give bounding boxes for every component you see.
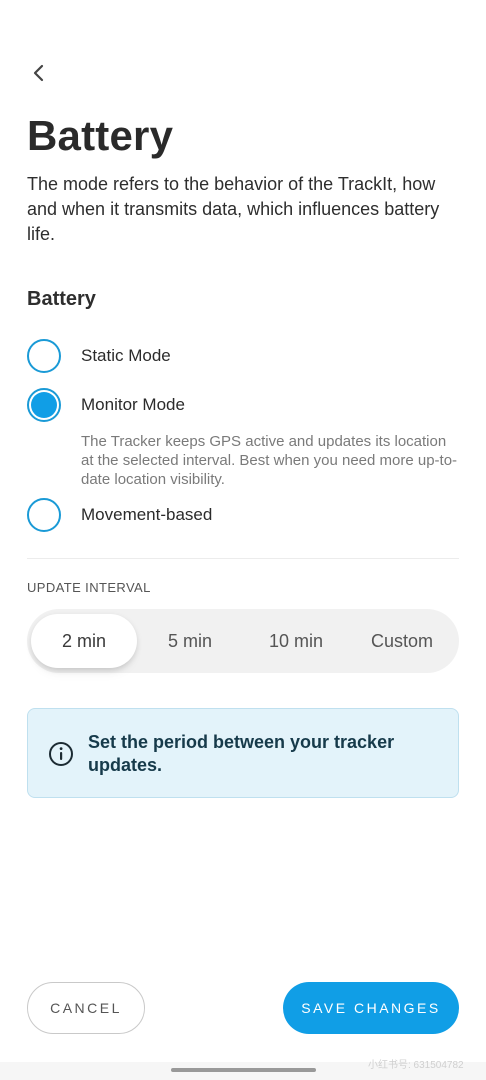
radio-option-monitor-mode[interactable]: Monitor Mode bbox=[27, 388, 185, 422]
interval-option-custom[interactable]: Custom bbox=[349, 614, 455, 668]
page-title: Battery bbox=[27, 112, 174, 159]
interval-option-2-min[interactable]: 2 min bbox=[31, 614, 137, 668]
interval-option-5-min[interactable]: 5 min bbox=[137, 614, 243, 668]
watermark: 小红书号: 631504782 bbox=[368, 1060, 464, 1071]
update-interval-label: UPDATE INTERVAL bbox=[27, 580, 151, 595]
info-banner: Set the period between your tracker upda… bbox=[27, 708, 459, 798]
radio-label-monitor-mode: Monitor Mode bbox=[81, 395, 185, 414]
radio-option-movement-based[interactable]: Movement-based bbox=[27, 498, 212, 532]
monitor-mode-description: The Tracker keeps GPS active and updates… bbox=[81, 433, 458, 488]
info-icon bbox=[49, 742, 73, 766]
radio-option-static-mode[interactable]: Static Mode bbox=[27, 339, 171, 373]
update-interval-selector: 2 min 5 min 10 min Custom bbox=[27, 609, 459, 673]
chevron-left-icon bbox=[33, 64, 44, 82]
page-description: The mode refers to the behavior of the T… bbox=[27, 174, 440, 244]
radio-label-movement-based: Movement-based bbox=[81, 505, 213, 524]
radio-label-static-mode: Static Mode bbox=[81, 346, 171, 365]
info-text: Set the period between your tracker upda… bbox=[88, 732, 395, 775]
radio-unchecked[interactable] bbox=[27, 339, 61, 373]
save-changes-button[interactable]: SAVE CHANGES bbox=[283, 982, 459, 1034]
radio-unchecked[interactable] bbox=[27, 498, 61, 532]
battery-section-heading: Battery bbox=[27, 288, 96, 310]
interval-option-10-min[interactable]: 10 min bbox=[243, 614, 349, 668]
back-button[interactable] bbox=[24, 58, 54, 88]
divider bbox=[27, 558, 459, 559]
cancel-button[interactable]: CANCEL bbox=[27, 982, 145, 1034]
home-indicator[interactable] bbox=[171, 1068, 316, 1072]
radio-checked[interactable] bbox=[27, 388, 61, 422]
